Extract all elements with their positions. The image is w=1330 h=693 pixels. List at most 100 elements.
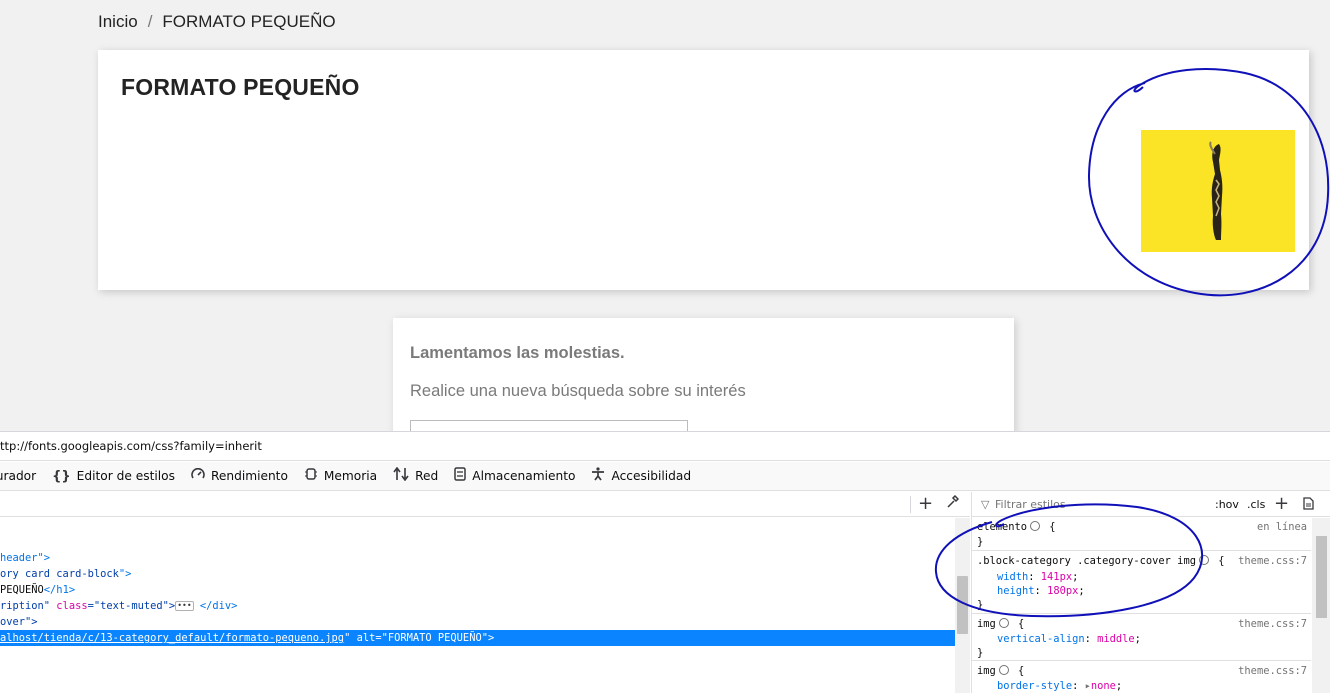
gauge-icon bbox=[191, 467, 205, 484]
cls-toggle[interactable]: .cls bbox=[1247, 498, 1265, 511]
rule-selector: img { bbox=[977, 618, 1025, 630]
markup-text: "> bbox=[118, 568, 132, 580]
markup-text: over"> bbox=[0, 616, 38, 628]
markup-scrollbar[interactable] bbox=[955, 518, 970, 693]
tab-label: purador bbox=[0, 469, 37, 483]
tab-debugger[interactable]: purador bbox=[0, 469, 36, 483]
rule-element: elemento { en línea } bbox=[972, 518, 1311, 551]
expand-ellipsis-icon[interactable]: ••• bbox=[175, 601, 194, 611]
property-name: height bbox=[997, 585, 1035, 597]
scrollbar-thumb[interactable] bbox=[1316, 536, 1327, 618]
rule-category-cover-img: .block-category .category-cover img { th… bbox=[972, 552, 1311, 614]
filter-icon: ▽ bbox=[981, 498, 990, 511]
rule-img-vertical-align: img { theme.css:7 vertical-align: middle… bbox=[972, 615, 1311, 661]
tab-label: Red bbox=[415, 469, 439, 483]
add-node-icon[interactable]: + bbox=[918, 493, 933, 514]
devtools-panel: ttp://fonts.googleapis.com/css?family=in… bbox=[0, 431, 1330, 693]
breadcrumb: Inicio / FORMATO PEQUEÑO bbox=[98, 12, 336, 32]
markup-line[interactable]: ory card card-block"> bbox=[0, 566, 131, 582]
devtools-url-bar: ttp://fonts.googleapis.com/css?family=in… bbox=[0, 432, 1330, 461]
breadcrumb-home-link[interactable]: Inicio bbox=[98, 12, 138, 32]
tab-performance[interactable]: Rendimiento bbox=[191, 467, 288, 484]
filter-styles-input[interactable] bbox=[995, 498, 1175, 511]
markup-text: </div> bbox=[199, 600, 238, 612]
property-name: border-style bbox=[997, 680, 1073, 692]
storage-icon bbox=[454, 467, 467, 485]
declaration-height[interactable]: height: 180px; bbox=[997, 585, 1085, 597]
markup-text: =" bbox=[87, 600, 101, 612]
markup-text: ory card card-block bbox=[0, 568, 119, 580]
rule-selector: .block-category .category-cover img { bbox=[977, 555, 1225, 567]
markup-line[interactable]: ription" class="text-muted"> ••• </div> bbox=[0, 598, 237, 614]
declaration-width[interactable]: width: 141px; bbox=[997, 571, 1078, 583]
add-rule-icon[interactable]: + bbox=[1274, 493, 1289, 514]
category-card: FORMATO PEQUEÑO bbox=[98, 50, 1309, 290]
selector-text: elemento bbox=[977, 521, 1028, 533]
gear-icon[interactable] bbox=[998, 618, 1009, 628]
selector-text[interactable]: .block-category .category-cover img bbox=[977, 555, 1196, 567]
selector-text[interactable]: img bbox=[977, 665, 996, 677]
markup-text: </h1> bbox=[43, 584, 76, 596]
category-cover-image bbox=[1141, 130, 1295, 252]
tab-storage[interactable]: Almacenamiento bbox=[454, 467, 575, 485]
rule-selector: img { bbox=[977, 665, 1025, 677]
devtools-tabs: purador {} Editor de estilos Rendimiento… bbox=[0, 462, 1330, 491]
eyedropper-icon[interactable] bbox=[946, 494, 960, 513]
tab-accessibility[interactable]: Accesibilidad bbox=[591, 467, 691, 485]
markup-line[interactable]: PEQUEÑO</h1> bbox=[0, 582, 75, 598]
selector-text[interactable]: img bbox=[977, 618, 996, 630]
rule-source-link[interactable]: theme.css:7 bbox=[1238, 618, 1307, 630]
hov-toggle[interactable]: :hov bbox=[1215, 498, 1239, 511]
rule-selector: elemento { bbox=[977, 521, 1056, 533]
markup-text: PEQUEÑO bbox=[0, 584, 44, 596]
property-value[interactable]: 180px bbox=[1047, 585, 1078, 597]
rule-close-brace: } bbox=[977, 647, 984, 659]
rule-source-link[interactable]: theme.css:7 bbox=[1238, 665, 1307, 677]
markup-line-selected[interactable]: alhost/tienda/c/13-category_default/form… bbox=[0, 630, 955, 646]
rule-close-brace: } bbox=[977, 536, 984, 548]
scrollbar-thumb[interactable] bbox=[957, 576, 968, 634]
tab-style-editor[interactable]: {} Editor de estilos bbox=[52, 469, 175, 484]
property-value[interactable]: middle bbox=[1097, 633, 1135, 645]
rules-pane: ▽ :hov .cls + elemento { en línea } .blo… bbox=[971, 492, 1330, 693]
tab-label: Rendimiento bbox=[210, 469, 288, 483]
figure-illustration-icon bbox=[1209, 141, 1223, 240]
rule-img-border-style: img { theme.css:7 border-style: ▸none; bbox=[972, 662, 1311, 693]
declaration-border-style[interactable]: border-style: ▸none; bbox=[997, 680, 1122, 692]
property-name: width bbox=[997, 571, 1029, 583]
tab-label: Almacenamiento bbox=[472, 469, 576, 483]
markup-line[interactable]: over"> bbox=[0, 614, 38, 630]
gear-icon[interactable] bbox=[1198, 555, 1209, 565]
markup-text: text-muted bbox=[100, 600, 163, 612]
print-media-icon[interactable] bbox=[1303, 497, 1314, 513]
property-value[interactable]: 141px bbox=[1041, 571, 1072, 583]
tab-network[interactable]: Red bbox=[393, 466, 439, 485]
rule-source: en línea bbox=[1256, 521, 1307, 533]
braces-icon: {} bbox=[52, 468, 71, 484]
breadcrumb-current: FORMATO PEQUEÑO bbox=[162, 12, 336, 31]
markup-text: header"> bbox=[0, 552, 51, 564]
no-results-message: Realice una nueva búsqueda sobre su inte… bbox=[410, 382, 746, 400]
declaration-vertical-align[interactable]: vertical-align: middle; bbox=[997, 633, 1141, 645]
property-name: vertical-align bbox=[997, 633, 1085, 645]
rule-source-link[interactable]: theme.css:7 bbox=[1238, 555, 1307, 567]
rules-scrollbar[interactable] bbox=[1312, 518, 1330, 693]
accessibility-icon bbox=[591, 467, 605, 485]
chip-icon bbox=[304, 467, 318, 485]
gear-icon[interactable] bbox=[998, 665, 1009, 675]
markup-link[interactable]: alhost/tienda/c/13-category_default/form… bbox=[0, 632, 344, 644]
markup-text: " alt="FORMATO PEQUEÑO"> bbox=[344, 632, 495, 644]
no-results-heading: Lamentamos las molestias. bbox=[410, 344, 625, 362]
markup-line[interactable]: header"> bbox=[0, 550, 50, 566]
breadcrumb-separator: / bbox=[147, 12, 153, 31]
markup-text: "> bbox=[162, 600, 176, 612]
property-value[interactable]: none bbox=[1091, 680, 1116, 692]
rules-toolbar: ▽ :hov .cls + bbox=[972, 492, 1330, 517]
toolbar-divider bbox=[910, 496, 911, 513]
markup-text: class bbox=[50, 600, 88, 612]
markup-text: ription" bbox=[0, 600, 51, 612]
rule-close-brace: } bbox=[977, 599, 984, 611]
tab-memory[interactable]: Memoria bbox=[304, 467, 377, 485]
gear-icon[interactable] bbox=[1030, 521, 1041, 531]
inspector-toolbar: + bbox=[0, 492, 970, 517]
